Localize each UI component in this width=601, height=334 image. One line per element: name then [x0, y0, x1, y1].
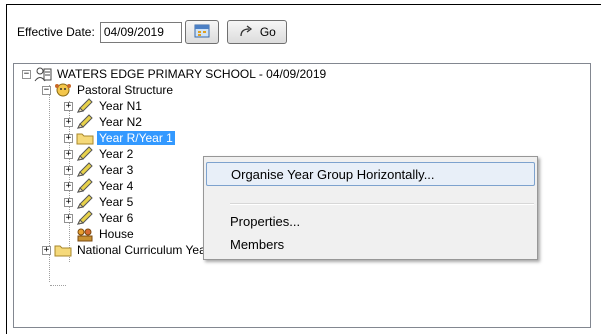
menu-item-members-label: Members [230, 236, 285, 252]
house-icon [76, 226, 94, 242]
menu-item-members[interactable]: Members [206, 232, 535, 256]
tree-label-year: Year 5 [99, 195, 134, 209]
collapse-toggle[interactable]: − [42, 85, 51, 95]
tree-label-year: Year 4 [99, 179, 134, 193]
effective-date-label: Effective Date: [17, 25, 95, 39]
expand-toggle[interactable]: + [64, 149, 73, 159]
pencil-icon [76, 114, 94, 130]
pencil-icon [76, 98, 94, 114]
tree-node-year[interactable]: + Year N1 [64, 98, 144, 114]
tree-node-year[interactable]: + Year N2 [64, 114, 144, 130]
go-label: Go [259, 25, 276, 39]
menu-item-properties-label: Properties... [230, 213, 301, 229]
expand-toggle[interactable]: + [64, 181, 73, 191]
expand-toggle[interactable]: + [64, 213, 73, 223]
expand-toggle[interactable]: + [64, 117, 73, 127]
effective-date-input[interactable] [99, 21, 182, 43]
tree-node-root[interactable]: − WATERS EDGE PRIMARY SCHOOL - 04/09/201… [22, 66, 328, 82]
tree-node-year[interactable]: + Year 4 [64, 178, 135, 194]
go-button[interactable]: Go [226, 20, 287, 44]
tree-node-year[interactable]: + Year 6 [64, 210, 135, 226]
tree-label-year: Year 6 [99, 211, 134, 225]
expand-toggle[interactable]: + [64, 197, 73, 207]
group-icon [54, 82, 72, 98]
tree-label-year: Year N1 [99, 99, 142, 113]
collapse-toggle[interactable]: − [22, 69, 31, 79]
pencil-icon [76, 178, 94, 194]
tree-label-year: Year 2 [99, 147, 134, 161]
menu-item-organise-label: Organise Year Group Horizontally... [231, 166, 435, 182]
tree-label-year: Year 3 [99, 163, 134, 177]
school-icon [34, 66, 52, 82]
calendar-button[interactable] [184, 20, 219, 44]
tree-label-year: Year N2 [99, 115, 142, 129]
tree-label-root: WATERS EDGE PRIMARY SCHOOL - 04/09/2019 [57, 67, 327, 81]
folder-icon [54, 242, 72, 258]
expand-toggle[interactable]: + [42, 245, 51, 255]
expand-toggle[interactable]: + [64, 165, 73, 175]
pencil-icon [76, 194, 94, 210]
tree-node-year[interactable]: + Year 2 [64, 146, 135, 162]
toolbar: Effective Date: Go [17, 19, 287, 45]
tree-node-pastoral[interactable]: − Pastoral Structure [42, 82, 175, 98]
tree-node-year-selected[interactable]: + Year R/Year 1 [64, 130, 175, 146]
pencil-icon [76, 146, 94, 162]
tree-label-year-selected: Year R/Year 1 [97, 131, 175, 145]
menu-separator [230, 203, 534, 205]
pencil-icon [76, 210, 94, 226]
tree-connector [50, 285, 66, 286]
pencil-icon [76, 162, 94, 178]
tree-node-year[interactable]: + Year 5 [64, 194, 135, 210]
go-arrow-icon [238, 23, 254, 42]
expand-toggle[interactable]: + [64, 133, 73, 143]
tree-label-pastoral: Pastoral Structure [77, 83, 174, 97]
tree-label-house: House [99, 227, 134, 241]
folder-icon [76, 130, 94, 146]
menu-item-properties[interactable]: Properties... [206, 209, 535, 233]
tree-node-year[interactable]: + Year 3 [64, 162, 135, 178]
expand-toggle[interactable]: + [64, 101, 73, 111]
tree-node-house[interactable]: House [64, 226, 136, 242]
calendar-icon [193, 23, 211, 42]
menu-item-organise[interactable]: Organise Year Group Horizontally... [206, 162, 535, 186]
context-menu: Organise Year Group Horizontally... Prop… [203, 156, 538, 260]
